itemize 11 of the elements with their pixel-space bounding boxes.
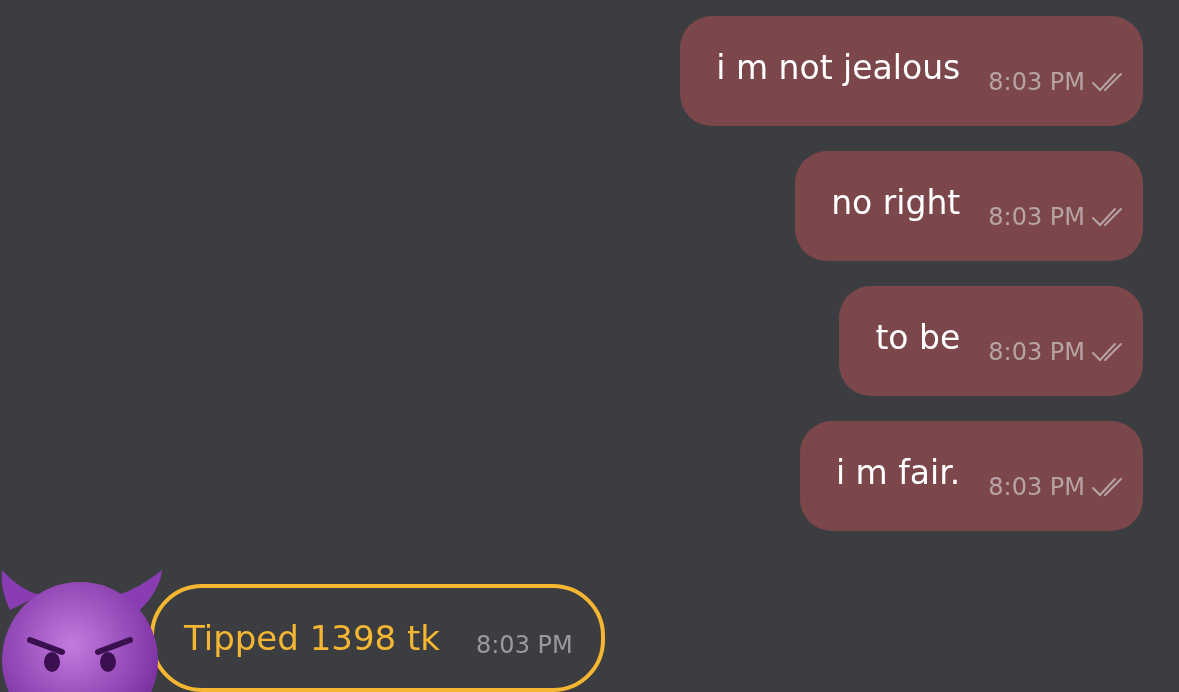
message-text: no right	[831, 182, 961, 222]
message-time: 8:03 PM	[988, 338, 1085, 366]
devil-emoji-icon	[0, 570, 165, 692]
message-text: i m fair.	[835, 452, 961, 492]
message-text: to be	[875, 317, 961, 357]
message-time: 8:03 PM	[476, 631, 573, 659]
tip-text: Tipped 1398 tk	[184, 618, 440, 658]
message-time: 8:03 PM	[988, 203, 1085, 231]
message-text: i m not jealous	[716, 47, 961, 87]
message-time: 8:03 PM	[988, 473, 1085, 501]
message-time: 8:03 PM	[988, 68, 1085, 96]
